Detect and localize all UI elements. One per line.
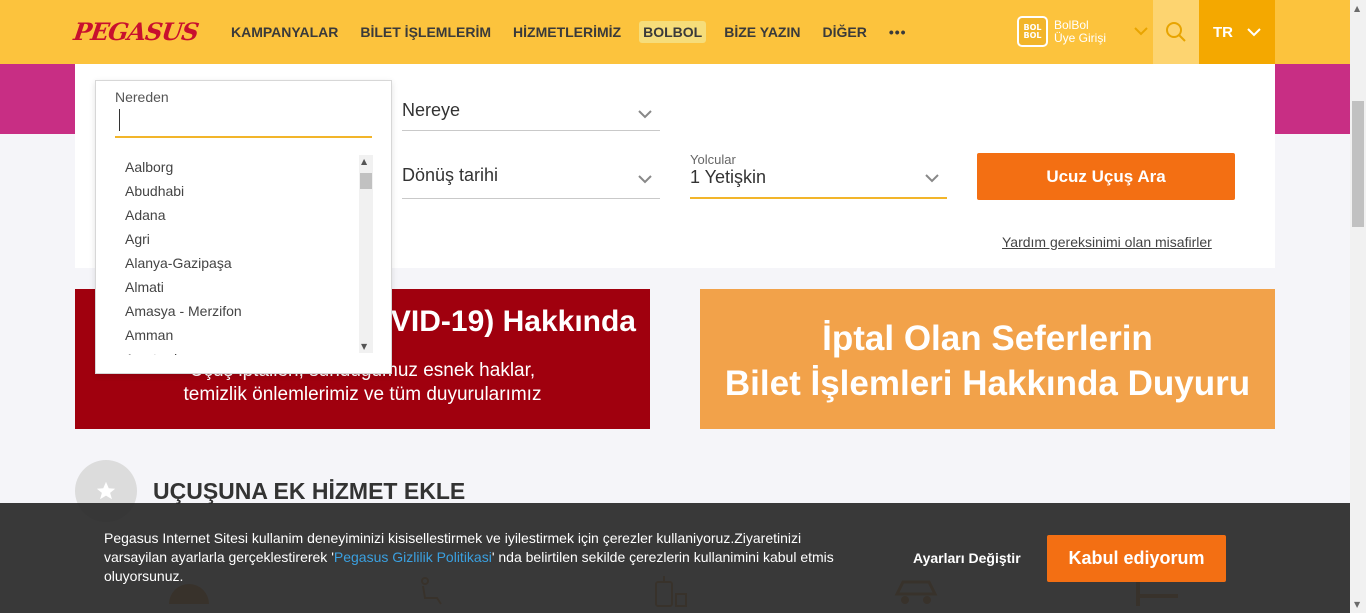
- scrollbar-thumb[interactable]: [360, 173, 372, 189]
- origin-option[interactable]: Amasya - Merzifon: [115, 299, 373, 323]
- nav-bize-yazin[interactable]: BİZE YAZIN: [720, 21, 804, 43]
- origin-dropdown: Nereden Aalborg Abudhabi Adana Agri Alan…: [95, 80, 392, 374]
- bolbol-login-label: BolBol Üye Girişi: [1054, 17, 1107, 45]
- origin-option[interactable]: Adana: [115, 203, 373, 227]
- more-menu-icon[interactable]: •••: [885, 21, 911, 43]
- scroll-down-arrow-icon[interactable]: ▼: [1354, 600, 1360, 609]
- main-nav: KAMPANYALAR BİLET İŞLEMLERİM HİZMETLERİM…: [220, 0, 918, 64]
- privacy-policy-link[interactable]: Pegasus Gizlilik Politikasi: [334, 549, 492, 565]
- chevron-down-icon: [925, 174, 939, 183]
- language-selector[interactable]: TR: [1199, 0, 1275, 64]
- search-button[interactable]: [1153, 0, 1199, 64]
- nav-diger[interactable]: DİĞER: [818, 21, 870, 43]
- chevron-down-icon[interactable]: [1134, 27, 1148, 36]
- origin-label: Nereden: [115, 89, 169, 105]
- search-flights-button[interactable]: Ucuz Uçuş Ara: [977, 153, 1235, 200]
- origin-option[interactable]: Aalborg: [115, 155, 373, 179]
- cancelled-flights-text: İptal Olan Seferlerin Bilet İşlemleri Ha…: [725, 316, 1250, 406]
- return-date-placeholder: Dönüş tarihi: [402, 165, 499, 185]
- passengers-label: Yolcular: [690, 152, 736, 167]
- bolbol-subtitle: Üye Girişi: [1054, 30, 1107, 45]
- chevron-down-icon: [1247, 27, 1261, 36]
- bolbol-login[interactable]: BOL BOL BolBol Üye Girişi: [1017, 16, 1148, 47]
- search-icon: [1166, 22, 1186, 42]
- origin-option[interactable]: Almati: [115, 275, 373, 299]
- page-scrollbar-thumb[interactable]: [1352, 101, 1364, 227]
- destination-placeholder: Nereye: [402, 100, 461, 120]
- passengers-field[interactable]: Yolcular 1 Yetişkin: [690, 152, 947, 199]
- origin-option[interactable]: Agri: [115, 227, 373, 251]
- nav-hizmetlerimiz[interactable]: HİZMETLERİMİZ: [509, 21, 625, 43]
- bolbol-title: BolBol: [1054, 17, 1089, 32]
- chevron-down-icon: [638, 110, 652, 119]
- chevron-down-icon: [638, 175, 652, 184]
- language-label: TR: [1213, 23, 1233, 41]
- origin-option[interactable]: Amman: [115, 323, 373, 347]
- passengers-value: 1 Yetişkin: [690, 167, 767, 187]
- nav-bolbol[interactable]: BOLBOL: [639, 21, 707, 43]
- cancelled-flights-line1: İptal Olan Seferlerin: [822, 319, 1153, 358]
- cookie-accept-button[interactable]: Kabul ediyorum: [1047, 535, 1226, 582]
- special-assistance-link[interactable]: Yardım gereksinimi olan misafirler: [1002, 234, 1212, 250]
- scroll-up-arrow-icon[interactable]: ▲: [1354, 4, 1360, 13]
- nav-kampanyalar[interactable]: KAMPANYALAR: [227, 21, 342, 43]
- cancelled-flights-line2: Bilet İşlemleri Hakkında Duyuru: [724, 364, 1251, 403]
- destination-field[interactable]: Nereye: [402, 100, 660, 131]
- scroll-down-arrow-icon[interactable]: ▼: [361, 342, 367, 351]
- cookie-message: Pegasus Internet Sitesi kullanim deneyim…: [104, 529, 849, 586]
- cancelled-flights-banner[interactable]: İptal Olan Seferlerin Bilet İşlemleri Ha…: [700, 289, 1275, 429]
- origin-options-list: Aalborg Abudhabi Adana Agri Alanya-Gazip…: [115, 155, 373, 355]
- return-date-field[interactable]: Dönüş tarihi: [402, 165, 660, 199]
- extra-services-title: UÇUŞUNA EK HİZMET EKLE: [153, 478, 466, 504]
- scroll-up-arrow-icon[interactable]: ▲: [361, 157, 367, 166]
- origin-option[interactable]: Abudhabi: [115, 179, 373, 203]
- cookie-settings-button[interactable]: Ayarları Değiştir: [913, 550, 1021, 566]
- cookie-consent-bar: Pegasus Internet Sitesi kullanim deneyim…: [0, 503, 1350, 613]
- top-navigation-bar: PEGASUS KAMPANYALAR BİLET İŞLEMLERİM HİZ…: [0, 0, 1350, 64]
- nav-bilet-islemlerim[interactable]: BİLET İŞLEMLERİM: [356, 21, 495, 43]
- origin-list-scrollbar[interactable]: ▲ ▼: [359, 155, 373, 353]
- text-cursor: [119, 109, 120, 131]
- origin-option[interactable]: Amsterdam: [115, 347, 373, 355]
- covid-banner-line2: temizlik önlemlerimiz ve tüm duyurularım…: [183, 384, 542, 405]
- bolbol-icon: BOL BOL: [1017, 16, 1048, 47]
- pegasus-logo[interactable]: PEGASUS: [72, 17, 200, 46]
- origin-input[interactable]: [115, 105, 372, 138]
- origin-option[interactable]: Alanya-Gazipaşa: [115, 251, 373, 275]
- page-scrollbar[interactable]: ▲ ▼: [1350, 0, 1366, 613]
